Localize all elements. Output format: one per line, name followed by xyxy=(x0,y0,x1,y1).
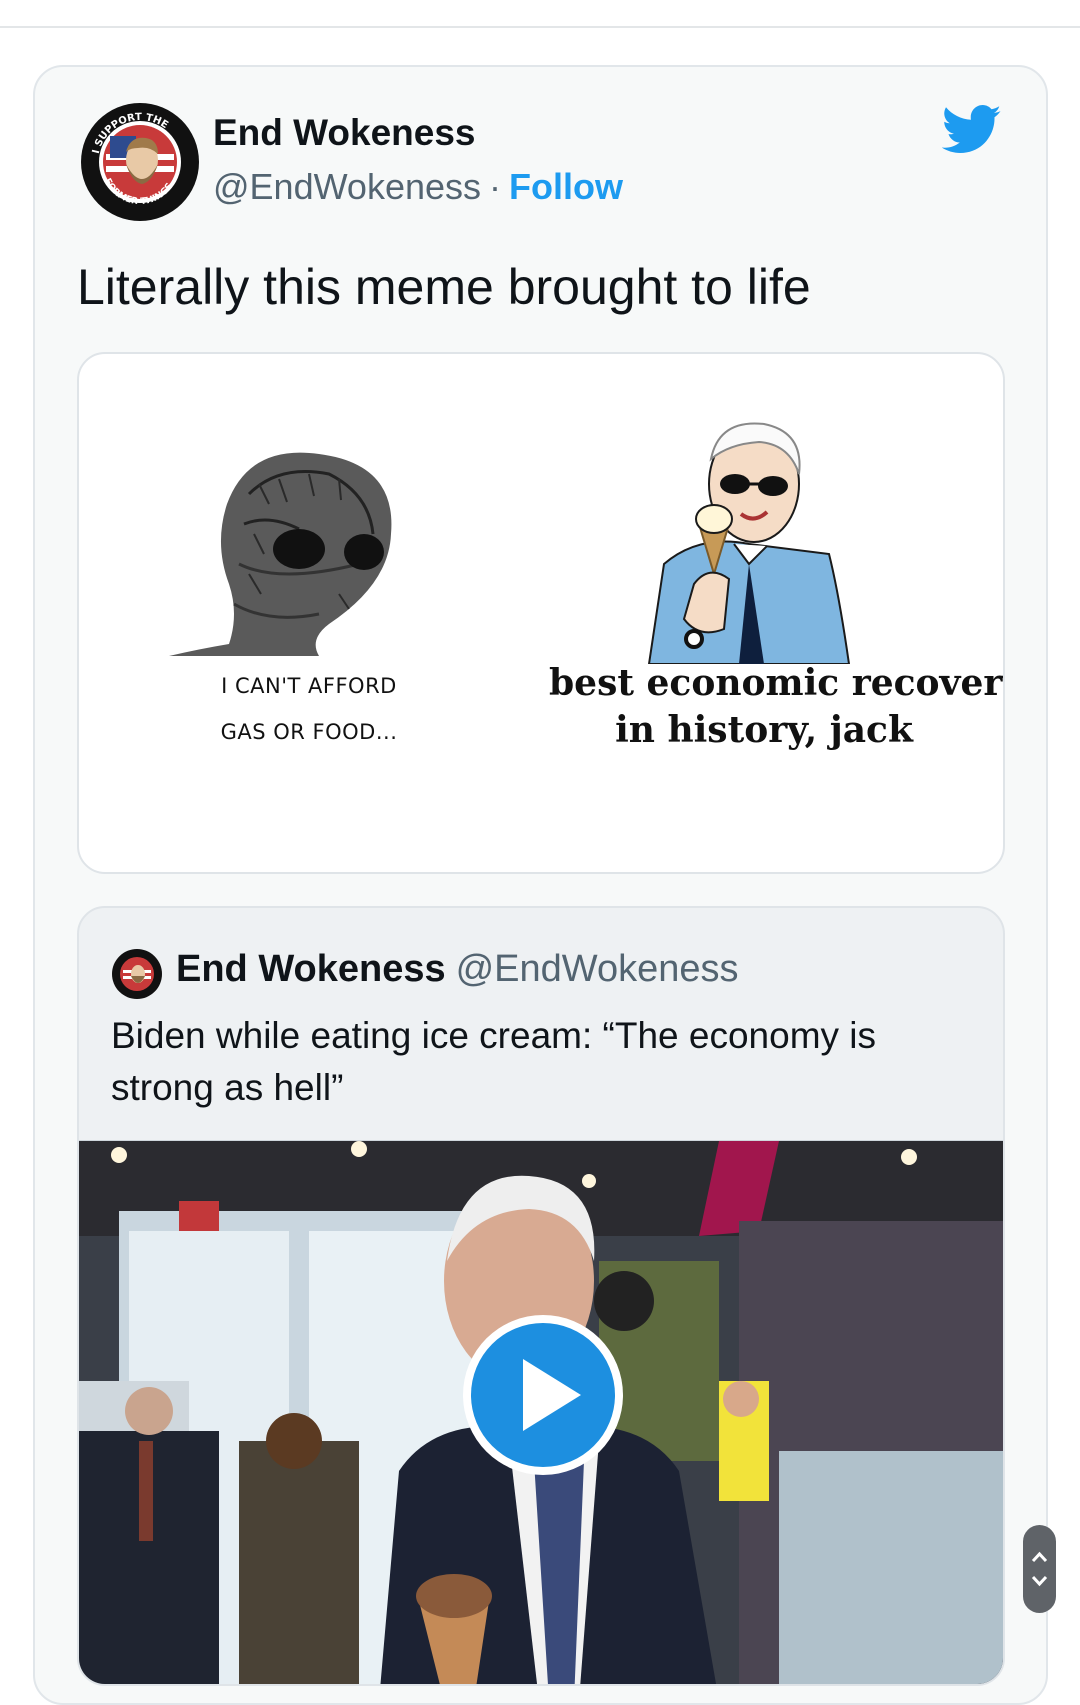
quoted-tweet-text: Biden while eating ice cream: “The econo… xyxy=(111,1015,877,1108)
follow-button[interactable]: Follow xyxy=(509,166,623,207)
scroll-chevrons-icon[interactable] xyxy=(1023,1525,1056,1613)
author-avatar[interactable]: I SUPPORT THE FORMER THINGS xyxy=(80,102,200,222)
play-icon[interactable] xyxy=(459,1311,627,1479)
author-handle[interactable]: @EndWokeness xyxy=(213,166,481,207)
separator-dot: · xyxy=(489,166,502,207)
meme-right-caption-line1: best economic recovery xyxy=(549,662,1005,704)
top-divider xyxy=(0,26,1080,28)
meme-left-caption-line2: GAS OR FOOD... xyxy=(220,720,398,744)
tweet-text: Literally this meme brought to life xyxy=(77,259,811,315)
meme-image[interactable]: I CAN'T AFFORD GAS OR FOOD... best econo… xyxy=(77,352,1005,874)
quoted-tweet[interactable]: End Wokeness @EndWokeness Biden while eat… xyxy=(77,906,1005,1686)
quoted-author-line: End Wokeness @EndWokeness xyxy=(176,948,739,991)
quoted-author-handle[interactable]: @EndWokeness xyxy=(456,948,739,990)
handle-line: @EndWokeness · Follow xyxy=(213,166,623,208)
meme-right-caption-line2: in history, jack xyxy=(615,709,913,751)
quoted-author-name[interactable]: End Wokeness xyxy=(176,948,446,990)
biden-cartoon-illustration xyxy=(647,422,851,664)
meme-left-caption-line1: I CAN'T AFFORD xyxy=(221,674,397,698)
wojak-illustration xyxy=(169,452,392,656)
twitter-bird-icon[interactable] xyxy=(941,104,1002,156)
author-name[interactable]: End Wokeness xyxy=(213,112,476,154)
video-thumbnail[interactable] xyxy=(79,1140,1003,1684)
quoted-author-avatar xyxy=(111,948,163,1000)
